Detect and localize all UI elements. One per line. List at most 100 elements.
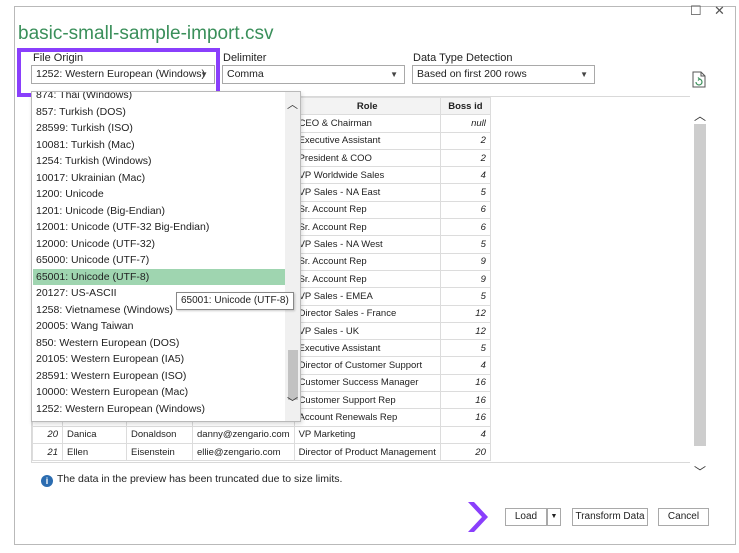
delimiter-select[interactable]: Comma ▼ [222,65,405,84]
load-button[interactable]: Load [505,508,547,526]
role-cell: President & COO [293,148,441,168]
role-cell: Sr. Account Rep [293,218,441,237]
boss-id-cell: 16 [439,373,491,393]
boss-id-cell: 6 [439,218,491,237]
first-name-cell: Danica [62,425,127,444]
preview-scrollbar[interactable] [690,96,708,486]
table-row: 20 Danica Donaldson danny@zengario.com VP Ma… [32,425,491,444]
boss-id-cell: 5 [439,235,491,254]
encoding-option[interactable]: 1254: Turkish (Windows) [33,153,285,170]
boss-id-cell: 12 [439,321,491,341]
role-cell: Customer Success Manager [293,373,441,393]
file-origin-highlight-box [17,48,220,97]
chevron-down-icon: ▼ [550,513,558,520]
role-cell: VP Sales - UK [293,321,441,341]
truncation-info: i The data in the preview has been trunca… [41,473,342,487]
chevron-down-icon: ▼ [390,70,398,79]
encoding-option[interactable]: 20005: Wang Taiwan [33,318,285,335]
dropdown-scrollbar-thumb[interactable] [288,350,298,400]
info-message: The data in the preview has been truncat… [57,473,343,485]
encoding-option[interactable]: 10000: Western European (Mac) [33,384,285,401]
encoding-option[interactable]: 10081: Turkish (Mac) [33,137,285,154]
role-cell: Sr. Account Rep [293,252,441,271]
data-type-detection-select[interactable]: Based on first 200 rows ▼ [412,65,595,84]
boss-id-cell: 4 [439,425,491,444]
dialog-title: basic-small-sample-import.csv [18,23,274,44]
scroll-down-icon[interactable]: ﹀ [694,463,706,480]
encoding-option[interactable]: 874: Thai (Windows) [33,92,285,104]
role-cell: Director of Product Management [293,442,441,462]
encoding-option[interactable]: 65001: Unicode (UTF-8) [33,268,285,285]
table-row: 21 Ellen Eisenstein ellie@zengario.com Direc… [32,442,491,462]
maximize-button[interactable]: ☐ [690,4,702,18]
boss-id-cell: 5 [439,287,491,306]
refresh-file-icon[interactable] [692,71,706,88]
boss-id-cell: 9 [439,252,491,271]
encoding-option[interactable]: 28599: Turkish (ISO) [33,120,285,137]
boss-id-cell: 16 [439,391,491,410]
encoding-option[interactable]: 20105: Western European (IA5) [33,351,285,368]
role-cell: VP Marketing [293,425,441,444]
boss-id-cell: 5 [439,339,491,358]
pointer-chevron-icon [468,502,488,532]
boss-id-cell: 20 [439,442,491,462]
encoding-option[interactable]: 1200: Unicode [33,186,285,203]
encoding-option[interactable]: 857: Turkish (DOS) [33,104,285,121]
close-button[interactable]: ✕ [714,4,725,18]
role-cell: VP Sales - NA West [293,235,441,254]
role-cell: Account Renewals Rep [293,408,441,427]
last-name-cell: Donaldson [126,425,193,444]
role-cell: VP Sales - NA East [293,183,441,202]
file-origin-dropdown-list[interactable]: 874: Thai (Windows) 857: Turkish (DOS) 285… [31,91,301,422]
email-cell: danny@zengario.com [192,425,295,444]
role-cell: VP Sales - EMEA [293,287,441,306]
preview-scrollbar-thumb[interactable] [694,124,706,446]
column-header-boss-id[interactable]: Boss id [439,96,491,116]
last-name-cell: Eisenstein [126,442,193,462]
load-options-dropdown[interactable]: ▼ [547,508,561,526]
boss-id-cell: 2 [439,131,491,150]
encoding-option[interactable]: 28591: Western European (ISO) [33,368,285,385]
role-cell: Customer Support Rep [293,391,441,410]
role-cell: Director of Customer Support [293,356,441,375]
column-header-role[interactable]: Role [293,96,441,116]
encoding-option[interactable]: 12001: Unicode (UTF-32 Big-Endian) [33,219,285,236]
encoding-option[interactable]: 12000: Unicode (UTF-32) [33,236,285,253]
encoding-option[interactable]: 65000: Unicode (UTF-7) [33,252,285,269]
role-cell: VP Worldwide Sales [293,166,441,185]
scroll-up-icon[interactable]: ︿ [287,96,298,112]
encoding-tooltip: 65001: Unicode (UTF-8) [176,292,294,310]
boss-id-cell: 4 [439,356,491,375]
boss-id-cell: 16 [439,408,491,427]
data-type-detection-value: Based on first 200 rows [417,68,527,80]
cancel-button[interactable]: Cancel [658,508,709,526]
transform-data-button[interactable]: Transform Data [572,508,648,526]
boss-id-cell: null [439,114,491,133]
encoding-option[interactable]: 1201: Unicode (Big-Endian) [33,203,285,220]
data-type-detection-label: Data Type Detection [413,52,513,64]
boss-id-cell: 9 [439,269,491,289]
first-name-cell: Ellen [62,442,127,462]
boss-id-cell: 2 [439,148,491,168]
role-cell: Executive Assistant [293,131,441,150]
scroll-up-icon[interactable]: ︿ [694,107,706,124]
boss-id-cell: 12 [439,304,491,323]
role-cell: Sr. Account Rep [293,269,441,289]
delimiter-label: Delimiter [223,52,267,64]
chevron-down-icon: ▼ [580,70,588,79]
scroll-down-icon[interactable]: ﹀ [287,394,298,410]
encoding-option[interactable]: 10017: Ukrainian (Mac) [33,170,285,187]
row-number-cell: 21 [32,442,63,462]
info-icon: i [41,475,53,487]
role-cell: Director Sales - France [293,304,441,323]
encoding-option[interactable]: 850: Western European (DOS) [33,335,285,352]
encoding-option[interactable]: 1252: Western European (Windows) [33,401,285,418]
email-cell: ellie@zengario.com [192,442,295,462]
boss-id-cell: 5 [439,183,491,202]
boss-id-cell: 6 [439,200,491,220]
row-number-cell: 20 [32,425,63,444]
role-cell: Executive Assistant [293,339,441,358]
role-cell: CEO & Chairman [293,114,441,133]
dropdown-scrollbar[interactable]: ︿ ﹀ [285,92,300,421]
boss-id-cell: 4 [439,166,491,185]
